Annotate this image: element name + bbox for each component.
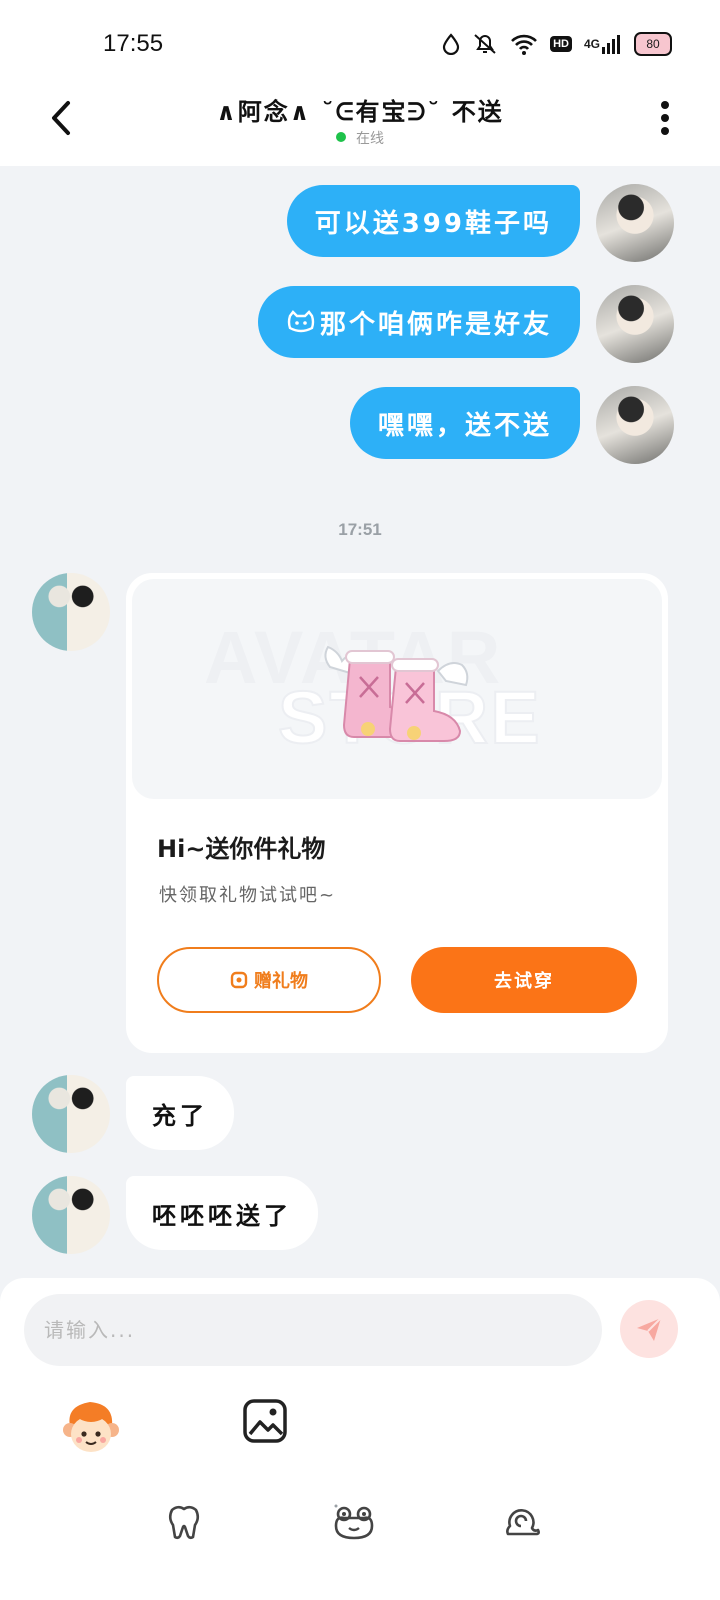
send-gift-label: 赠礼物 <box>254 971 308 992</box>
more-vertical-icon <box>661 101 669 135</box>
status-bar: 17:55 HD 4G 80 <box>0 0 720 80</box>
bottom-nav-tooth[interactable] <box>164 1502 204 1542</box>
cat-face-emoji-icon <box>287 310 315 333</box>
frog-icon <box>334 1504 374 1540</box>
gift-card[interactable]: AVATAR STORE Hi~送你件礼物 快领取礼物试试吧~ 赠礼物 去试穿 <box>126 573 668 1053</box>
message-bubble-out[interactable]: 嘿嘿，送不送 <box>349 387 580 459</box>
chat-header: ∧阿念∧ ˘ᕮ有宝ᕭ˘ 不送 在线 <box>0 80 720 166</box>
hd-badge: HD <box>550 36 572 52</box>
contact-avatar[interactable] <box>32 573 110 651</box>
send-button[interactable] <box>620 1300 678 1358</box>
status-time: 17:55 <box>103 30 164 57</box>
image-icon <box>243 1399 287 1443</box>
bell-muted-icon <box>472 32 498 56</box>
message-text: 可以送399鞋子吗 <box>314 208 552 239</box>
pink-boots-icon <box>324 645 469 742</box>
sticker-button[interactable] <box>60 1396 122 1458</box>
message-timestamp: 17:51 <box>338 520 382 539</box>
my-avatar[interactable] <box>596 386 674 464</box>
gift-card-subtitle: 快领取礼物试试吧~ <box>159 885 337 906</box>
gift-card-title: Hi~送你件礼物 <box>157 835 326 863</box>
message-bubble-out[interactable]: 可以送399鞋子吗 <box>286 185 580 257</box>
online-status-label: 在线 <box>356 131 384 147</box>
contact-avatar[interactable] <box>32 1176 110 1254</box>
sticker-monkey-icon <box>63 1402 119 1452</box>
bottom-nav-frog[interactable] <box>332 1502 376 1542</box>
wifi-icon <box>510 33 538 55</box>
message-text: 嘿嘿，送不送 <box>377 410 552 441</box>
battery-icon: 80 <box>634 32 672 56</box>
contact-name: ∧阿念∧ ˘ᕮ有宝ᕭ˘ 不送 <box>216 98 504 126</box>
tooth-icon <box>168 1505 200 1540</box>
paper-plane-icon <box>637 1317 662 1341</box>
status-icons: HD 4G 80 <box>442 30 672 58</box>
message-text: 充了 <box>152 1101 208 1130</box>
online-dot <box>336 132 346 142</box>
more-options-button[interactable] <box>658 100 672 136</box>
message-input[interactable] <box>24 1294 602 1366</box>
try-on-button[interactable]: 去试穿 <box>411 947 637 1013</box>
input-panel <box>0 1278 720 1600</box>
gift-box-icon <box>230 971 248 989</box>
cellular-signal-icon: 4G <box>584 33 622 55</box>
message-text: 呸呸呸送了 <box>152 1201 292 1230</box>
bottom-nav-snail[interactable] <box>502 1502 542 1542</box>
try-on-label: 去试穿 <box>494 971 554 992</box>
online-status: 在线 <box>0 128 720 148</box>
message-bubble-in[interactable]: 充了 <box>126 1076 234 1150</box>
my-avatar[interactable] <box>596 184 674 262</box>
message-bubble-in[interactable]: 呸呸呸送了 <box>126 1176 318 1250</box>
image-button[interactable] <box>242 1398 288 1444</box>
snail-icon <box>506 1509 540 1536</box>
message-bubble-out[interactable]: 那个咱俩咋是好友 <box>257 286 580 358</box>
message-text: 那个咱俩咋是好友 <box>319 309 552 340</box>
water-drop-icon <box>442 33 460 55</box>
send-gift-button[interactable]: 赠礼物 <box>157 947 381 1013</box>
contact-avatar[interactable] <box>32 1075 110 1153</box>
my-avatar[interactable] <box>596 285 674 363</box>
gift-image: AVATAR STORE <box>132 579 662 799</box>
